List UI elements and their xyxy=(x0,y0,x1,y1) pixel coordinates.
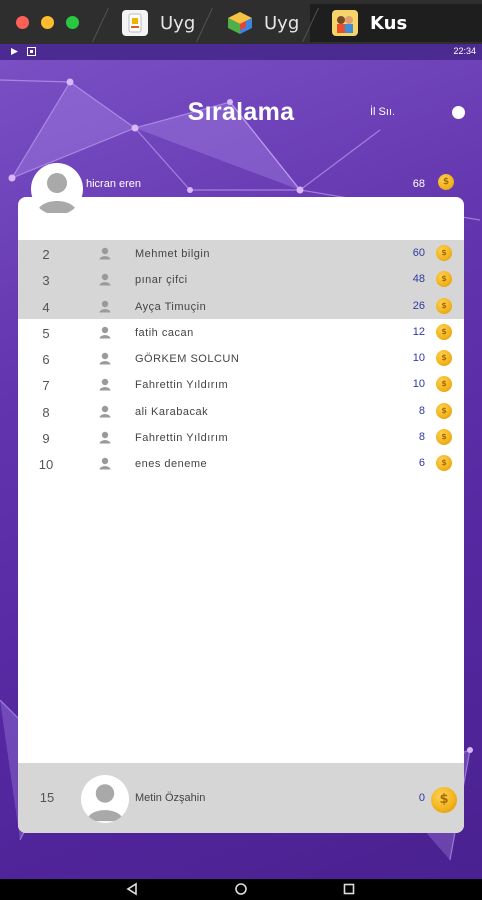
leaderboard-row[interactable]: 8 ali Karabacak 8 $ xyxy=(18,398,464,424)
footer-name: Metin Özşahin xyxy=(135,792,206,804)
user-icon xyxy=(99,379,111,391)
user-icon xyxy=(99,247,111,260)
back-icon[interactable] xyxy=(125,882,139,896)
city-ranking-toggle-label: İl Sıı. xyxy=(370,106,396,118)
current-user-avatar[interactable] xyxy=(31,163,83,215)
player-score: 10 xyxy=(412,352,425,365)
player-score: 6 xyxy=(418,457,425,470)
tab-label: Kus xyxy=(370,12,408,34)
my-rank-footer: 15 Metin Özşahin 0 $ xyxy=(18,763,464,833)
rank-number: 5 xyxy=(42,325,50,341)
minimize-window-button[interactable] xyxy=(41,16,54,29)
coin-icon: $ xyxy=(436,245,452,261)
coin-icon: $ xyxy=(436,402,452,419)
player-score: 26 xyxy=(412,299,425,312)
recents-icon[interactable] xyxy=(342,882,356,896)
user-silhouette-icon xyxy=(37,173,77,213)
tab-label: Uyg xyxy=(160,12,196,34)
leaderboard-row[interactable]: 5 fatih cacan 12 $ xyxy=(18,319,464,345)
window-titlebar: Uyg Uyg Kus xyxy=(0,0,482,44)
status-bar: 22:34 xyxy=(0,44,482,60)
player-name: enes deneme xyxy=(135,458,208,471)
leaderboard-row[interactable]: 3 pınar çifci 48 $ xyxy=(18,266,464,293)
maximize-window-button[interactable] xyxy=(66,16,79,29)
leaderboard-row[interactable]: 10 enes deneme 6 $ xyxy=(18,450,464,476)
rank-number: 7 xyxy=(42,378,50,394)
user-icon xyxy=(99,274,111,286)
leaderboard-list: 2 Mehmet bilgin 60 $3 pınar çifci 48 $4 Ayça Ti… xyxy=(18,240,464,477)
coin-icon: $ xyxy=(436,323,452,340)
player-score: 48 xyxy=(412,273,425,286)
home-icon[interactable] xyxy=(234,882,248,896)
leaderboard-row[interactable]: 7 Fahrettin Yıldırım 10 $ xyxy=(18,371,464,397)
user-icon xyxy=(99,300,111,313)
tab-separator xyxy=(92,8,109,42)
leaderboard-screen: Sıralama İl Sıı. hicran eren 68 $ 2 Mehme… xyxy=(0,60,482,879)
page-title: Sıralama xyxy=(187,98,295,126)
player-name: Ayça Timuçin xyxy=(135,300,207,313)
city-ranking-toggle[interactable] xyxy=(452,106,465,119)
player-score: 8 xyxy=(418,404,425,417)
footer-score: 0 xyxy=(418,792,425,804)
bluestacks-icon xyxy=(226,10,252,36)
tab-app-3-active[interactable]: Kus xyxy=(302,4,482,42)
notification-icon xyxy=(27,47,36,56)
player-score: 12 xyxy=(412,325,425,338)
player-name: fatih cacan xyxy=(135,326,194,339)
player-name: Fahrettin Yıldırım xyxy=(135,379,229,392)
user-icon xyxy=(99,326,111,339)
leaderboard-card: 2 Mehmet bilgin 60 $3 pınar çifci 48 $4 Ayça Ti… xyxy=(18,197,464,833)
coin-icon: $ xyxy=(436,429,452,446)
leaderboard-row[interactable]: 6 GÖRKEM SOLCUN 10 $ xyxy=(18,345,464,371)
play-icon xyxy=(11,48,18,55)
current-user-name: hicran eren xyxy=(86,178,142,190)
coin-icon: $ xyxy=(436,376,452,393)
rank-number: 6 xyxy=(42,352,50,368)
rank-number: 2 xyxy=(42,247,50,262)
coin-icon: $ xyxy=(436,455,452,472)
status-time: 22:34 xyxy=(453,46,476,56)
rank-number: 8 xyxy=(42,404,50,420)
user-silhouette-icon xyxy=(86,784,124,822)
tab-app-1[interactable]: Uyg xyxy=(92,4,210,42)
current-user-score: 68 xyxy=(412,178,425,190)
coin-icon: $ xyxy=(436,350,452,367)
user-icon xyxy=(99,458,111,470)
rank-number: 4 xyxy=(42,299,50,315)
rank-number: 9 xyxy=(42,431,50,447)
leaderboard-row[interactable]: 4 Ayça Timuçin 26 $ xyxy=(18,292,464,319)
player-name: ali Karabacak xyxy=(135,405,209,418)
footer-avatar[interactable] xyxy=(81,775,129,823)
user-icon xyxy=(99,352,111,365)
tab-label: Uyg xyxy=(264,12,300,34)
kids-app-icon xyxy=(332,10,358,36)
android-nav-bar xyxy=(0,879,482,900)
player-name: pınar çifci xyxy=(135,274,188,287)
player-score: 8 xyxy=(418,431,425,444)
rank-number: 10 xyxy=(38,457,54,473)
coin-icon: $ xyxy=(436,297,452,314)
close-window-button[interactable] xyxy=(16,16,29,29)
player-name: GÖRKEM SOLCUN xyxy=(135,353,240,366)
rank-number: 3 xyxy=(42,273,50,289)
coin-icon: $ xyxy=(436,271,452,288)
footer-rank: 15 xyxy=(39,790,55,805)
leaderboard-row[interactable]: 2 Mehmet bilgin 60 $ xyxy=(18,240,464,267)
user-icon xyxy=(99,405,111,418)
coin-icon: $ xyxy=(438,174,454,190)
tab-app-2[interactable]: Uyg xyxy=(196,4,310,42)
player-name: Mehmet bilgin xyxy=(135,248,210,260)
player-name: Fahrettin Yıldırım xyxy=(135,432,229,445)
user-icon xyxy=(99,431,111,444)
app-icon xyxy=(122,10,148,36)
coin-icon: $ xyxy=(431,787,457,813)
leaderboard-row[interactable]: 9 Fahrettin Yıldırım 8 $ xyxy=(18,424,464,450)
player-score: 60 xyxy=(412,247,425,259)
player-score: 10 xyxy=(412,378,425,391)
